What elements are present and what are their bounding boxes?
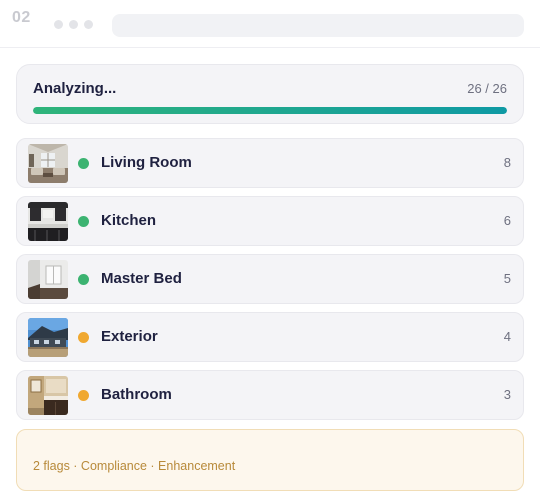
room-label: Kitchen — [101, 212, 157, 229]
room-row-bathroom[interactable]: Bathroom 3 — [16, 370, 524, 420]
window-header: 02 — [0, 0, 540, 48]
progress-fill — [33, 107, 507, 114]
status-dot — [78, 158, 89, 169]
room-label: Master Bed — [101, 270, 182, 287]
room-count: 5 — [503, 271, 511, 286]
window-dot[interactable] — [84, 20, 93, 29]
analysis-count: 26 / 26 — [467, 81, 507, 96]
address-bar[interactable] — [112, 14, 524, 37]
bedroom-photo — [28, 260, 68, 299]
room-label: Living Room — [101, 154, 192, 171]
window-controls — [54, 20, 93, 29]
progress-bar — [33, 107, 507, 114]
living-room-photo — [28, 144, 68, 183]
analysis-status-card: Analyzing... 26 / 26 — [16, 64, 524, 124]
room-row-living-room[interactable]: Living Room 8 — [16, 138, 524, 188]
status-dot — [78, 390, 89, 401]
step-number: 02 — [12, 9, 31, 26]
room-row-master-bed[interactable]: Master Bed 5 — [16, 254, 524, 304]
bathroom-photo — [28, 376, 68, 415]
window-dot[interactable] — [69, 20, 78, 29]
analysis-title: Analyzing... — [33, 80, 117, 97]
room-count: 8 — [503, 155, 511, 170]
room-count: 3 — [503, 387, 511, 402]
flags-summary-card[interactable]: 2 flags · Compliance · Enhancement — [16, 429, 524, 491]
room-label: Exterior — [101, 328, 158, 345]
status-dot — [78, 332, 89, 343]
kitchen-photo — [28, 202, 68, 241]
room-label: Bathroom — [101, 386, 172, 403]
exterior-photo — [28, 318, 68, 357]
room-count: 4 — [503, 329, 511, 344]
flags-summary-text: 2 flags · Compliance · Enhancement — [33, 459, 236, 473]
room-count: 6 — [503, 213, 511, 228]
room-row-exterior[interactable]: Exterior 4 — [16, 312, 524, 362]
room-row-kitchen[interactable]: Kitchen 6 — [16, 196, 524, 246]
window-dot[interactable] — [54, 20, 63, 29]
room-list: Living Room 8 Kitchen 6 Master Bed 5 Ext… — [16, 138, 524, 428]
status-dot — [78, 274, 89, 285]
status-dot — [78, 216, 89, 227]
